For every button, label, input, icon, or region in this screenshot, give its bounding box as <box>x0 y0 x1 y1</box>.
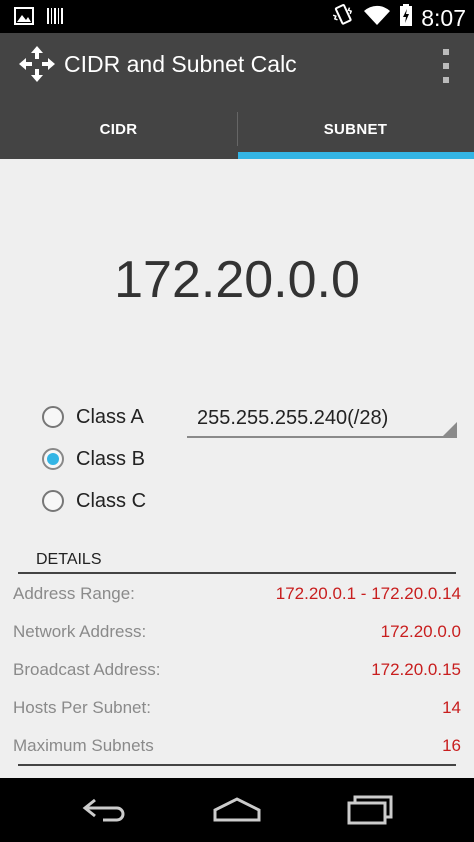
app-title: CIDR and Subnet Calc <box>64 51 297 77</box>
action-bar: CIDR and Subnet Calc <box>0 33 474 99</box>
home-icon[interactable] <box>209 792 265 828</box>
detail-label: Hosts Per Subnet: <box>13 698 151 717</box>
detail-row-address-range: Address Range: 172.20.0.1 - 172.20.0.14 <box>13 575 461 613</box>
selected-tab-indicator <box>238 152 474 159</box>
barcode-icon <box>46 6 64 31</box>
radio-class-b[interactable]: Class B <box>42 438 146 480</box>
divider <box>18 764 456 766</box>
radio-class-a[interactable]: Class A <box>42 396 146 438</box>
radio-button[interactable] <box>42 490 64 512</box>
status-bar: 8:07 <box>0 0 474 33</box>
detail-value: 172.20.0.1 - 172.20.0.14 <box>275 584 461 603</box>
detail-row-hosts-per-subnet: Hosts Per Subnet: 14 <box>13 689 461 727</box>
radio-label: Class C <box>76 489 147 512</box>
radio-button[interactable] <box>42 406 64 428</box>
tab-bar: CIDR SUBNET <box>0 99 474 159</box>
detail-value: 16 <box>442 736 461 755</box>
tab-subnet[interactable]: SUBNET <box>237 99 474 159</box>
radio-button-checked[interactable] <box>42 448 64 470</box>
detail-row-maximum-subnets: Maximum Subnets 16 <box>13 727 461 765</box>
detail-value: 172.20.0.15 <box>371 660 461 679</box>
detail-label: Broadcast Address: <box>13 660 161 679</box>
radio-label: Class B <box>76 447 145 470</box>
detail-label: Network Address: <box>13 622 147 641</box>
divider <box>18 572 456 574</box>
details-header: DETAILS <box>36 551 102 568</box>
back-icon[interactable] <box>77 792 133 828</box>
radio-class-c[interactable]: Class C <box>42 480 146 522</box>
details-list: Address Range: 172.20.0.1 - 172.20.0.14 … <box>13 575 461 765</box>
detail-value: 172.20.0.0 <box>380 622 461 641</box>
recents-icon[interactable] <box>342 792 398 828</box>
move-arrows-icon[interactable] <box>18 45 56 83</box>
detail-row-network-address: Network Address: 172.20.0.0 <box>13 613 461 651</box>
ip-class-radio-group: Class A Class B Class C <box>42 396 146 522</box>
tab-label: CIDR <box>99 120 138 138</box>
dropdown-corner-icon <box>443 422 457 436</box>
status-clock: 8:07 <box>421 4 466 31</box>
subnet-mask-value: 255.255.255.240(/28) <box>197 407 389 429</box>
image-icon <box>14 6 34 31</box>
overflow-menu-icon[interactable] <box>440 49 452 83</box>
detail-row-broadcast-address: Broadcast Address: 172.20.0.15 <box>13 651 461 689</box>
app-screen: 8:07 CIDR and Subnet Calc CIDR SUBNET 17… <box>0 0 474 842</box>
subnet-mask-spinner[interactable]: 255.255.255.240(/28) <box>187 402 457 438</box>
vibrate-icon <box>331 3 355 32</box>
detail-label: Address Range: <box>13 584 135 603</box>
battery-icon <box>399 3 413 32</box>
navigation-bar <box>0 778 474 842</box>
wifi-icon <box>363 3 391 32</box>
detail-label: Maximum Subnets <box>13 736 154 755</box>
ip-address-display[interactable]: 172.20.0.0 <box>0 250 474 310</box>
tab-cidr[interactable]: CIDR <box>0 99 237 159</box>
detail-value: 14 <box>442 698 461 717</box>
radio-label: Class A <box>76 405 144 428</box>
tab-label: SUBNET <box>323 120 388 138</box>
